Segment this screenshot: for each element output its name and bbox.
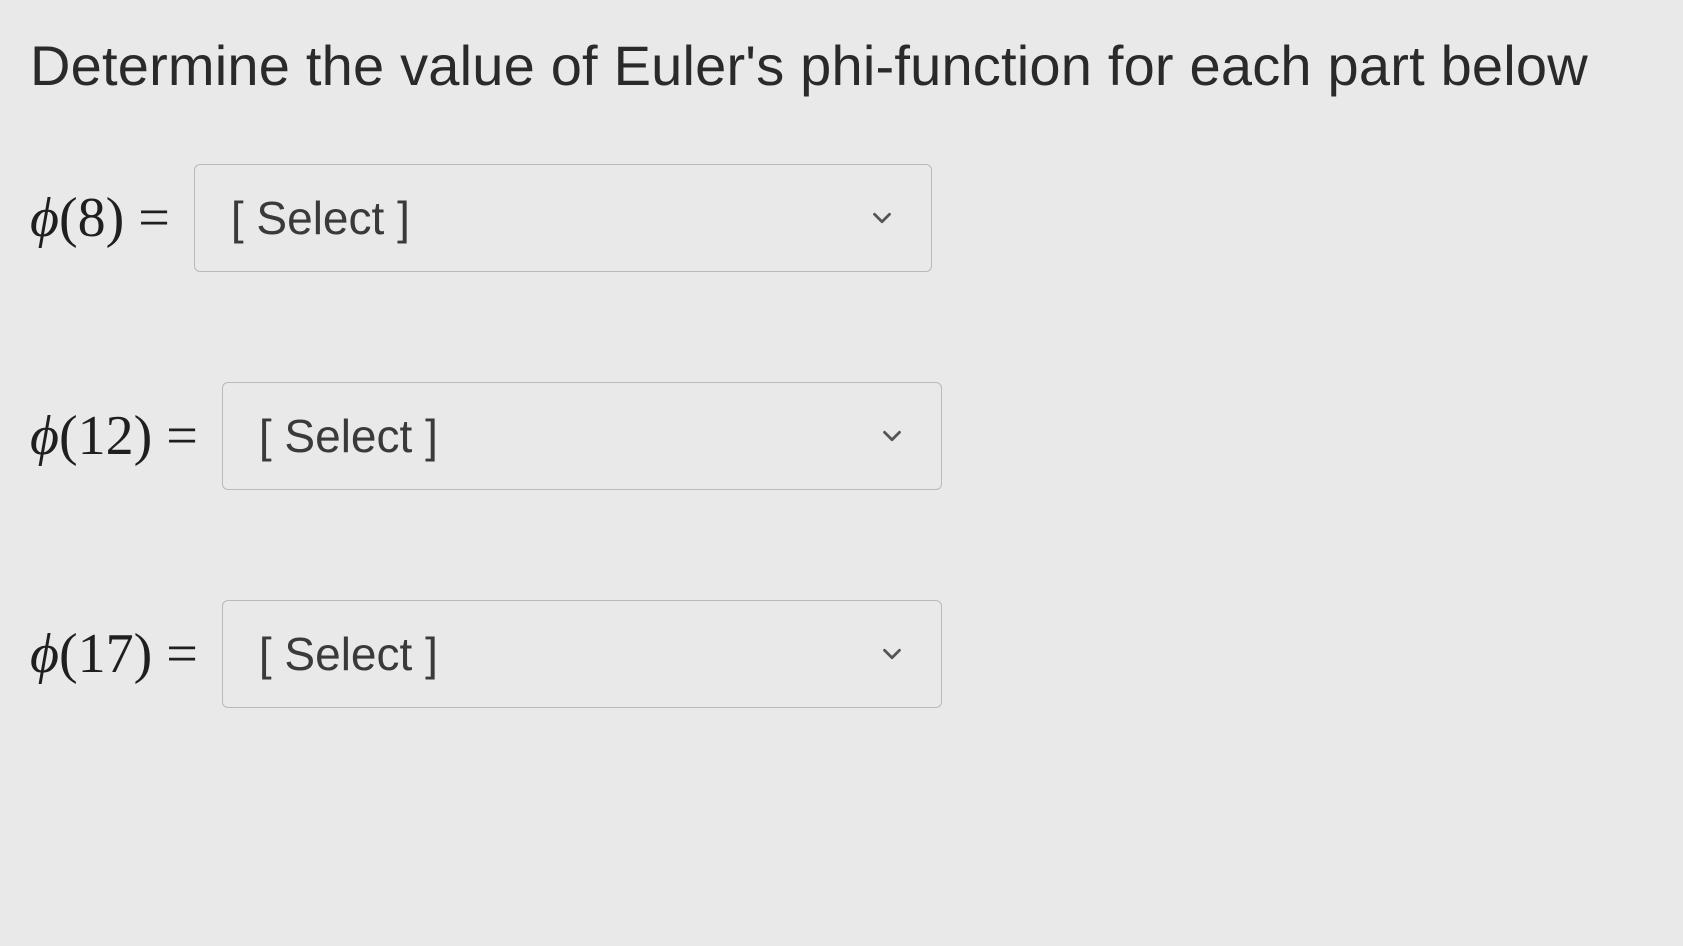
chevron-down-icon [877, 639, 907, 669]
answer-select-phi-12[interactable]: [ Select ] [222, 382, 942, 490]
chevron-down-icon [867, 203, 897, 233]
phi-arg: (17) = [59, 623, 198, 685]
phi-expression: ϕ(8) = [30, 186, 170, 250]
phi-symbol: ϕ [30, 187, 59, 249]
answer-select-phi-17[interactable]: [ Select ] [222, 600, 942, 708]
phi-arg: (12) = [59, 405, 198, 467]
question-page: Determine the value of Euler's phi-funct… [0, 0, 1683, 708]
question-row: ϕ(12) = [ Select ] [30, 382, 1653, 490]
select-placeholder: [ Select ] [259, 409, 438, 463]
question-row: ϕ(8) = [ Select ] [30, 164, 1653, 272]
phi-symbol: ϕ [30, 623, 59, 685]
phi-arg: (8) = [59, 187, 170, 249]
phi-expression: ϕ(17) = [30, 622, 198, 686]
select-placeholder: [ Select ] [259, 627, 438, 681]
phi-symbol: ϕ [30, 405, 59, 467]
answer-select-phi-8[interactable]: [ Select ] [194, 164, 932, 272]
select-placeholder: [ Select ] [231, 191, 410, 245]
phi-expression: ϕ(12) = [30, 404, 198, 468]
question-prompt: Determine the value of Euler's phi-funct… [30, 28, 1653, 104]
chevron-down-icon [877, 421, 907, 451]
question-row: ϕ(17) = [ Select ] [30, 600, 1653, 708]
